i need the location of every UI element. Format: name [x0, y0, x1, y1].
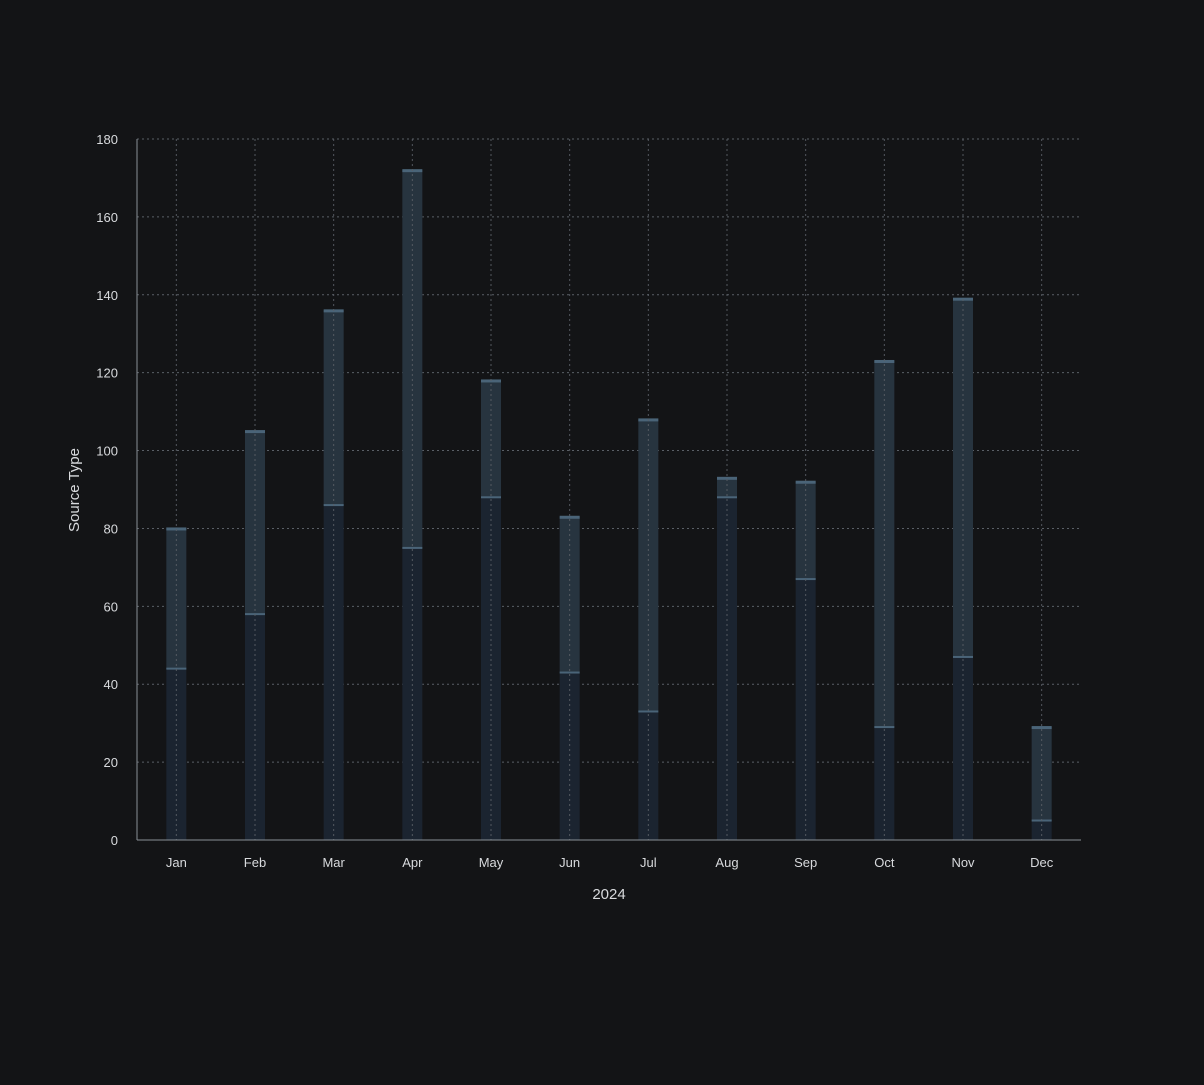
x-tick-label: Oct [874, 855, 895, 870]
bar-segment-lower [245, 614, 265, 840]
bar-top-cap [795, 480, 816, 484]
x-tick-label: Feb [244, 855, 266, 870]
bar-segment-upper [953, 298, 973, 657]
x-tick-label: Aug [715, 855, 738, 870]
bar-segment-boundary [559, 671, 580, 674]
bars [166, 169, 1052, 840]
y-tick-label: 160 [96, 210, 118, 225]
chart-container: 0 20 40 60 80 100 120 140 160 180 Jan Feb Mar Apr May J… [0, 0, 1204, 1080]
bar-segment-upper [245, 431, 265, 615]
x-tick-label: Jun [559, 855, 580, 870]
y-tick-label: 80 [104, 521, 118, 536]
y-tick-label: 0 [111, 833, 118, 848]
grid-vertical [175, 139, 1043, 840]
stacked-bar-chart: 0 20 40 60 80 100 120 140 160 180 Jan Feb Mar Apr May J… [66, 132, 1081, 903]
bar-segment-boundary [874, 726, 895, 729]
bar-top-cap [1031, 726, 1052, 730]
x-tick-label: May [479, 855, 504, 870]
x-tick-label: Dec [1030, 855, 1054, 870]
x-tick-label: Mar [322, 855, 345, 870]
y-tick-label: 20 [104, 755, 118, 770]
y-tick-label: 60 [104, 599, 118, 614]
bar-segment-upper [1031, 727, 1052, 821]
bar-top-cap [559, 515, 580, 519]
y-tick-label: 40 [104, 677, 118, 692]
grid [137, 138, 1081, 763]
bar-segment-lower [717, 497, 737, 840]
x-tick-label: Sep [794, 855, 817, 870]
bar-segment-lower [402, 547, 423, 840]
x-tick-label: Apr [402, 855, 423, 870]
x-tick-label: Jan [166, 855, 187, 870]
bar-segment-lower [481, 497, 501, 840]
y-tick-label: 180 [96, 132, 118, 147]
bar-segment-boundary [717, 496, 737, 499]
x-axis-label: 2024 [592, 886, 625, 903]
x-tick-label: Nov [951, 855, 975, 870]
x-tick-label: Jul [640, 855, 657, 870]
bar-segment-boundary [953, 655, 973, 658]
y-tick-label: 100 [96, 444, 118, 459]
y-axis-label: Source Type [66, 448, 83, 532]
y-tick-label: 120 [96, 366, 118, 381]
bar-segment-boundary [481, 496, 501, 499]
axes [136, 139, 1081, 841]
y-tick-label: 140 [96, 288, 118, 303]
bar-segment-boundary [402, 546, 423, 549]
